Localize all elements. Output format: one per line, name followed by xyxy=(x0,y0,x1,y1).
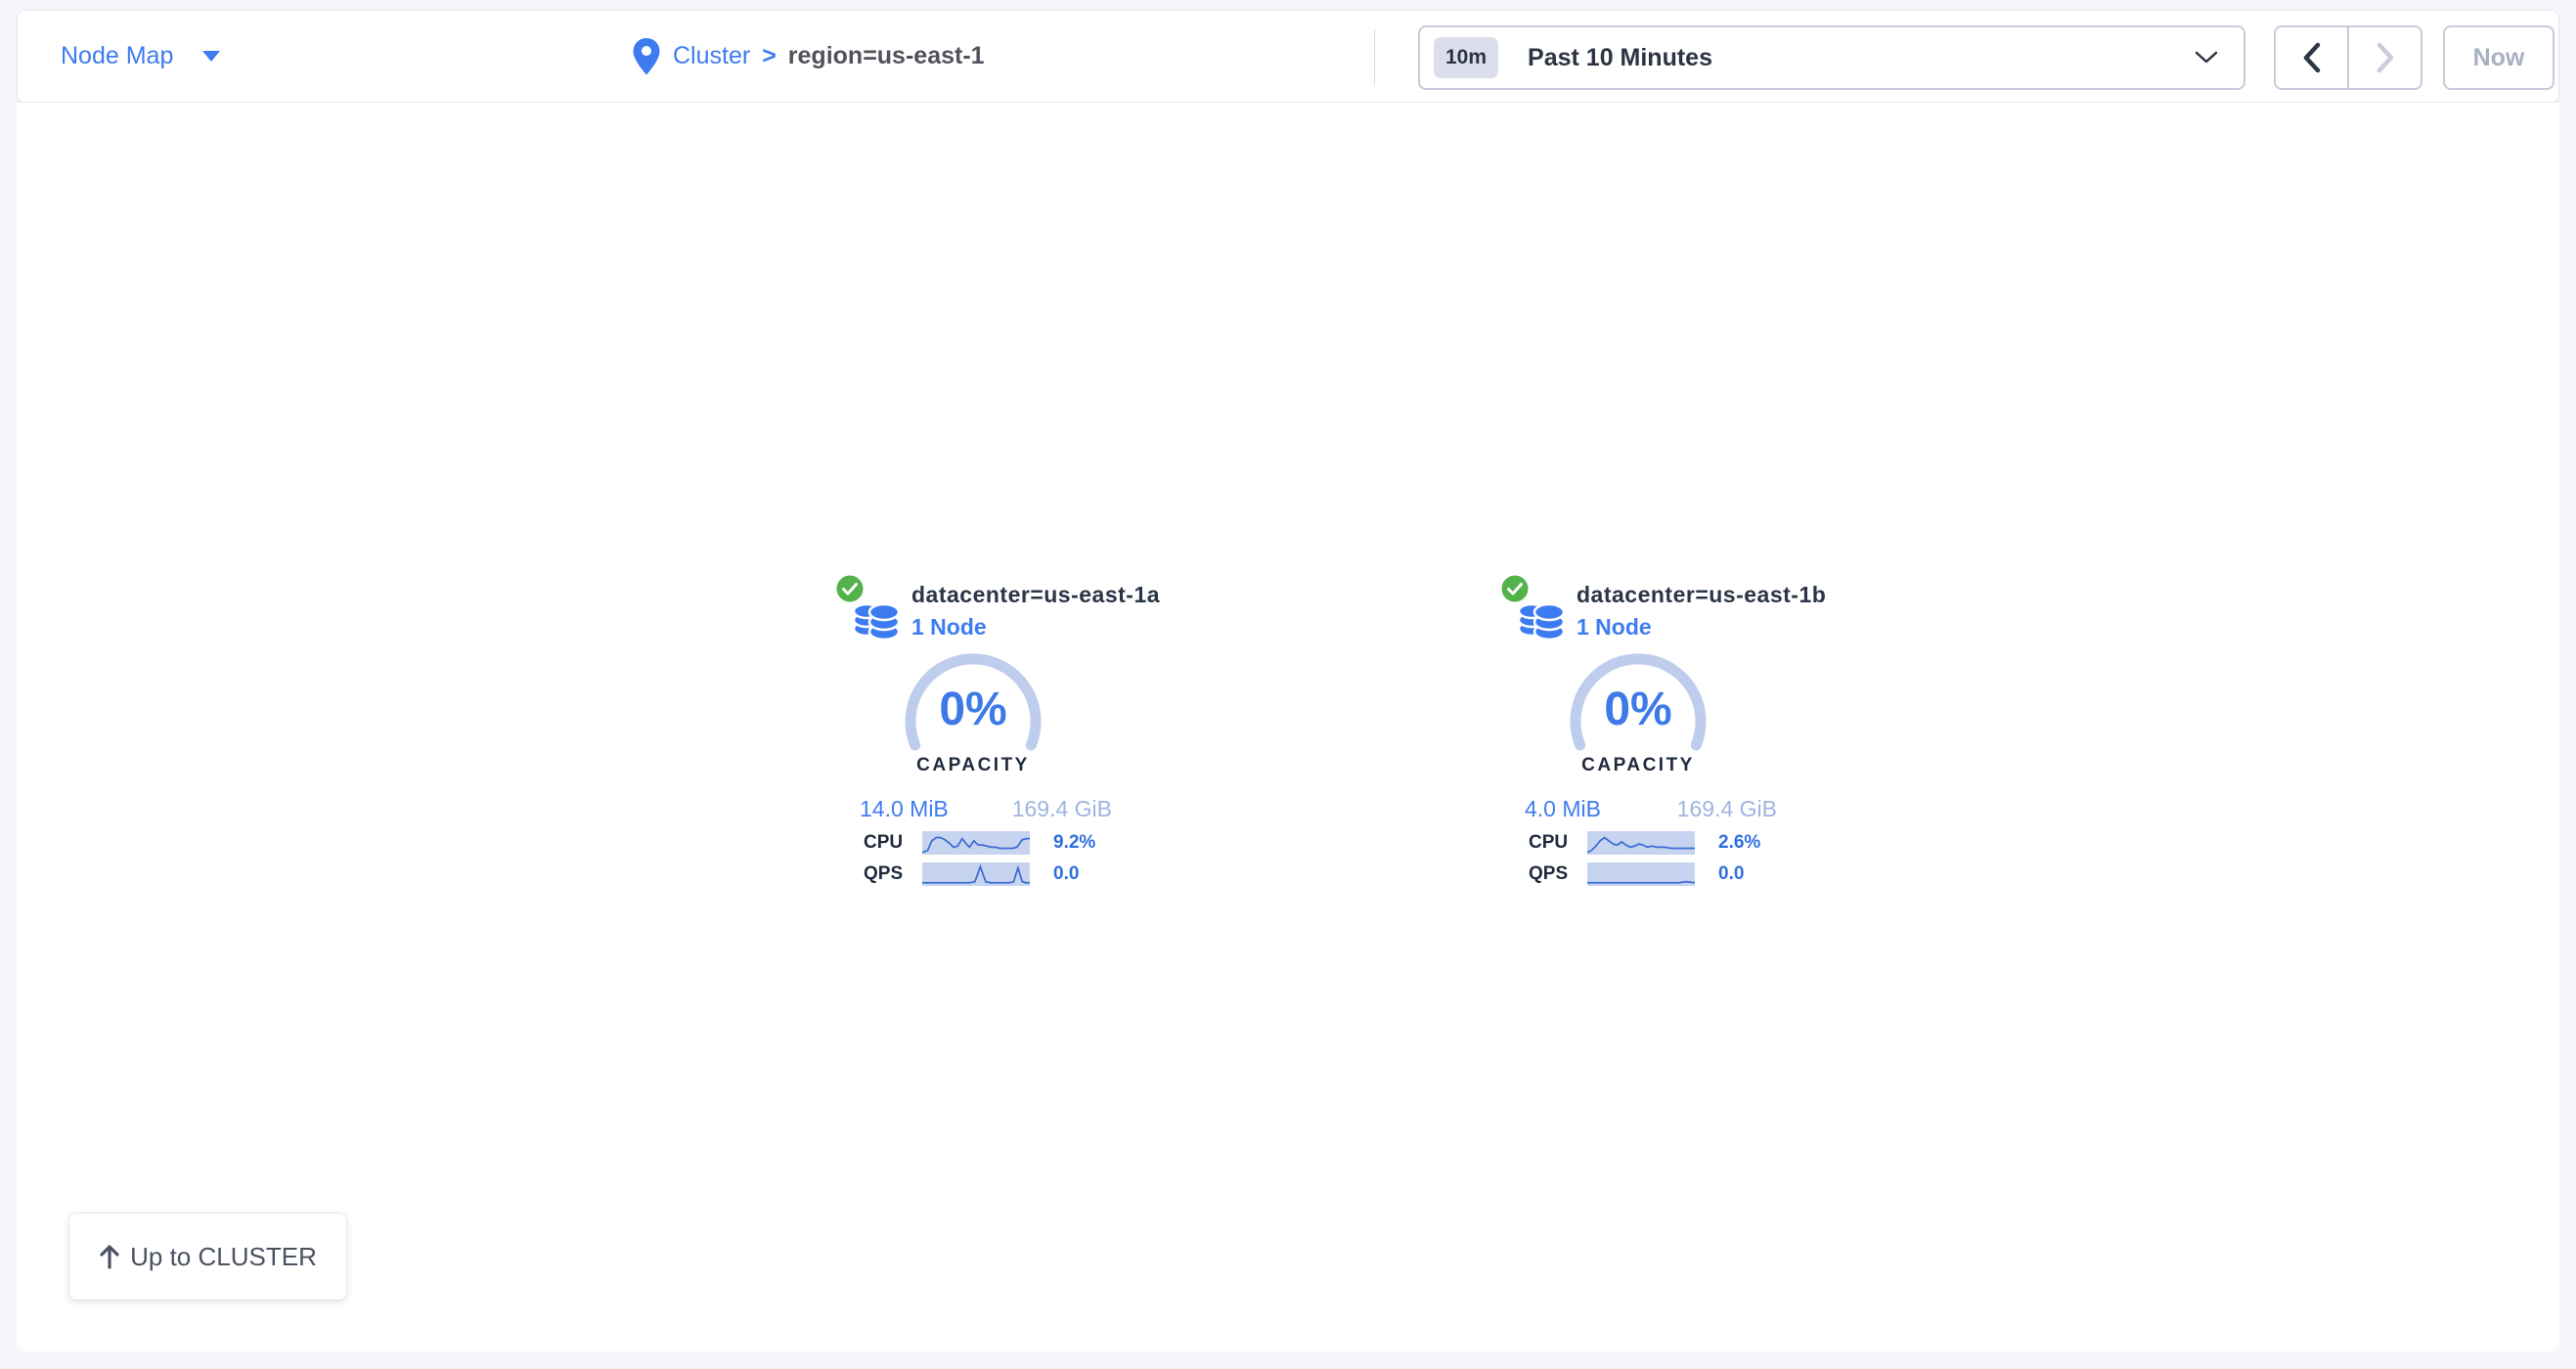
capacity-label: CAPACITY xyxy=(1534,755,1742,776)
qps-value: 0.0 xyxy=(1053,863,1079,885)
header-divider xyxy=(1374,29,1375,85)
view-selector-label: Node Map xyxy=(61,42,173,70)
qps-sparkline xyxy=(922,862,1030,886)
chevron-down-icon xyxy=(2195,51,2218,65)
up-to-cluster-label: Up to CLUSTER xyxy=(130,1242,317,1272)
time-range-dropdown[interactable]: 10m Past 10 Minutes xyxy=(1418,25,2245,90)
capacity-percent: 0% xyxy=(869,683,1077,736)
cpu-label: CPU xyxy=(1529,832,1587,854)
breadcrumb-separator: > xyxy=(762,42,777,70)
time-prev-button[interactable] xyxy=(2274,25,2349,90)
node-map-canvas: datacenter=us-east-1a 1 Node 0% CAPACITY… xyxy=(17,103,2559,1351)
qps-label: QPS xyxy=(864,863,922,885)
capacity-total: 169.4 GiB xyxy=(1012,796,1112,822)
time-range-label: Past 10 Minutes xyxy=(1528,44,1712,72)
time-range-badge: 10m xyxy=(1434,37,1498,78)
dropdown-caret-icon xyxy=(202,51,220,62)
database-stack-icon xyxy=(852,593,901,640)
qps-label: QPS xyxy=(1529,863,1587,885)
view-selector-dropdown[interactable]: Node Map xyxy=(61,11,220,102)
qps-metric-row: QPS 0.0 xyxy=(864,862,1120,886)
capacity-values: 4.0 MiB 169.4 GiB xyxy=(1525,796,1777,822)
breadcrumb-cluster-link[interactable]: Cluster xyxy=(673,42,750,70)
map-pin-icon xyxy=(632,37,661,76)
time-nav-group xyxy=(2274,25,2422,90)
up-to-cluster-button[interactable]: Up to CLUSTER xyxy=(68,1213,347,1301)
cpu-sparkline xyxy=(1587,831,1695,855)
locality-node-count[interactable]: 1 Node xyxy=(911,614,987,640)
cpu-metric-row: CPU 9.2% xyxy=(864,831,1120,855)
now-button[interactable]: Now xyxy=(2443,25,2554,90)
capacity-values: 14.0 MiB 169.4 GiB xyxy=(860,796,1112,822)
chevron-left-icon xyxy=(2302,42,2322,73)
capacity-used: 4.0 MiB xyxy=(1525,796,1601,822)
capacity-percent: 0% xyxy=(1534,683,1742,736)
capacity-label: CAPACITY xyxy=(869,755,1077,776)
locality-title: datacenter=us-east-1a xyxy=(911,582,1160,608)
breadcrumb: Cluster > region=us-east-1 xyxy=(632,11,985,102)
locality-card-us-east-1a[interactable]: datacenter=us-east-1a 1 Node 0% CAPACITY… xyxy=(834,573,1128,896)
locality-title: datacenter=us-east-1b xyxy=(1577,582,1826,608)
cpu-metric-row: CPU 2.6% xyxy=(1529,831,1785,855)
locality-card-us-east-1b[interactable]: datacenter=us-east-1b 1 Node 0% CAPACITY… xyxy=(1499,573,1793,896)
capacity-used: 14.0 MiB xyxy=(860,796,949,822)
capacity-total: 169.4 GiB xyxy=(1677,796,1777,822)
breadcrumb-current: region=us-east-1 xyxy=(788,42,985,70)
cpu-label: CPU xyxy=(864,832,922,854)
time-next-button[interactable] xyxy=(2347,25,2422,90)
cpu-sparkline xyxy=(922,831,1030,855)
locality-node-count[interactable]: 1 Node xyxy=(1577,614,1652,640)
chevron-right-icon xyxy=(2376,42,2395,73)
up-arrow-icon xyxy=(99,1244,120,1269)
cpu-value: 9.2% xyxy=(1053,832,1095,854)
qps-sparkline xyxy=(1587,862,1695,886)
header-bar: Node Map Cluster > region=us-east-1 10m … xyxy=(17,10,2559,103)
qps-metric-row: QPS 0.0 xyxy=(1529,862,1785,886)
cpu-value: 2.6% xyxy=(1718,832,1760,854)
database-stack-icon xyxy=(1517,593,1566,640)
qps-value: 0.0 xyxy=(1718,863,1744,885)
